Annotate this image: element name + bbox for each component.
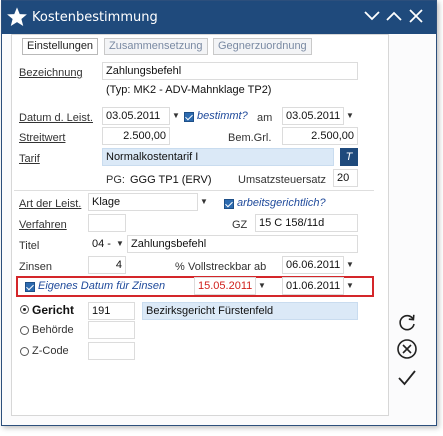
refresh-icon[interactable] <box>396 311 418 333</box>
pg-value: GGG TP1 (ERV) <box>130 174 212 186</box>
am-dropdown-icon[interactable]: ▼ <box>345 107 355 125</box>
eigenes-date2-input[interactable]: 01.06.2011 <box>282 277 344 295</box>
tab-gegnerzuordnung[interactable]: Gegnerzuordnung <box>213 38 312 55</box>
gz-label: GZ <box>232 219 248 231</box>
eigenes-datum-label: Eigenes Datum für Zinsen <box>38 280 166 292</box>
confirm-check-icon[interactable] <box>396 367 418 389</box>
tab-einstellungen[interactable]: Einstellungen <box>22 38 99 55</box>
arbeitsgerichtlich-checkbox[interactable] <box>224 199 234 209</box>
eigenes-date1-input[interactable]: 15.05.2011 <box>194 277 256 295</box>
gericht-radio[interactable] <box>20 305 29 314</box>
cancel-icon[interactable] <box>396 338 418 360</box>
star-icon <box>7 7 27 26</box>
zcode-radio[interactable] <box>20 347 29 356</box>
zinsen-input[interactable]: 4 <box>88 256 126 274</box>
bem-grl-label: Bem.Grl. <box>228 132 272 144</box>
maximize-chevron-icon[interactable] <box>385 8 403 24</box>
vollstreckbar-input[interactable]: 06.06.2011 <box>282 256 344 274</box>
vollstreckbar-dropdown-icon[interactable]: ▼ <box>345 256 355 274</box>
eigenes-datum-checkbox[interactable] <box>25 282 35 292</box>
gz-input[interactable]: 15 C 158/11d <box>255 214 358 232</box>
type-note: (Typ: MK2 - ADV-Mahnklage TP2) <box>106 84 272 96</box>
bezeichnung-label: Bezeichnung <box>19 67 83 79</box>
streitwert-label: Streitwert <box>19 132 66 144</box>
art-dropdown-icon[interactable]: ▼ <box>199 193 209 211</box>
datum-dropdown-icon[interactable]: ▼ <box>171 107 181 125</box>
zinsen-label: Zinsen <box>19 261 53 273</box>
ust-label: Umsatzsteuersatz <box>238 174 327 186</box>
titel-code-select[interactable]: 04 - <box>88 235 114 253</box>
am-date-input[interactable]: 03.05.2011 <box>282 107 344 125</box>
streitwert-input[interactable]: 2.500,00 <box>102 127 170 145</box>
gericht-name-field: Bezirksgericht Fürstenfeld <box>142 302 358 320</box>
bestimmt-checkbox[interactable] <box>184 112 194 122</box>
titel-input[interactable]: Zahlungsbefehl <box>127 235 358 253</box>
titel-label: Titel <box>19 240 40 252</box>
bezeichnung-input[interactable]: Zahlungsbefehl <box>102 62 358 80</box>
verfahren-label: Verfahren <box>19 219 67 231</box>
zcode-label: Z-Code <box>32 345 69 357</box>
verfahren-input[interactable] <box>88 214 126 232</box>
gericht-code-input[interactable]: 191 <box>88 302 135 320</box>
behoerde-input[interactable] <box>88 321 135 339</box>
ust-input[interactable]: 20 <box>333 169 358 187</box>
vollstreckbar-label: Vollstreckbar ab <box>188 261 267 273</box>
zcode-input[interactable] <box>88 342 135 360</box>
tarif-input[interactable]: Normalkostentarif I <box>102 148 334 166</box>
arbeitsgerichtlich-label: arbeitsgerichtlich? <box>237 197 326 209</box>
eigenes-date2-dropdown-icon[interactable]: ▼ <box>345 277 355 295</box>
am-label: am <box>257 112 273 124</box>
title-bar: Kostenbestimmung <box>2 1 436 34</box>
art-label: Art der Leist. <box>19 198 82 210</box>
art-select[interactable]: Klage <box>88 193 198 211</box>
behoerde-radio[interactable] <box>20 326 29 335</box>
titel-dropdown-icon[interactable]: ▼ <box>115 235 125 253</box>
minimize-chevron-icon[interactable] <box>363 8 381 24</box>
eigenes-date1-dropdown-icon[interactable]: ▼ <box>257 277 267 295</box>
window-title: Kostenbestimmung <box>32 10 158 25</box>
gericht-label: Gericht <box>32 303 75 317</box>
percent-label: % <box>175 261 185 273</box>
bem-grl-input[interactable]: 2.500,00 <box>282 127 358 145</box>
tab-zusammensetzung[interactable]: Zusammensetzung <box>104 38 208 55</box>
close-icon[interactable] <box>407 8 425 24</box>
behoerde-label: Behörde <box>32 324 74 336</box>
tarif-label: Tarif <box>19 153 40 165</box>
divider <box>14 190 374 191</box>
tarif-t-button[interactable]: T <box>340 148 358 166</box>
bestimmt-label: bestimmt? <box>197 110 248 122</box>
pg-label: PG: <box>106 174 125 186</box>
datum-input[interactable]: 03.05.2011 <box>102 107 170 125</box>
datum-label: Datum d. Leist. <box>19 112 93 124</box>
